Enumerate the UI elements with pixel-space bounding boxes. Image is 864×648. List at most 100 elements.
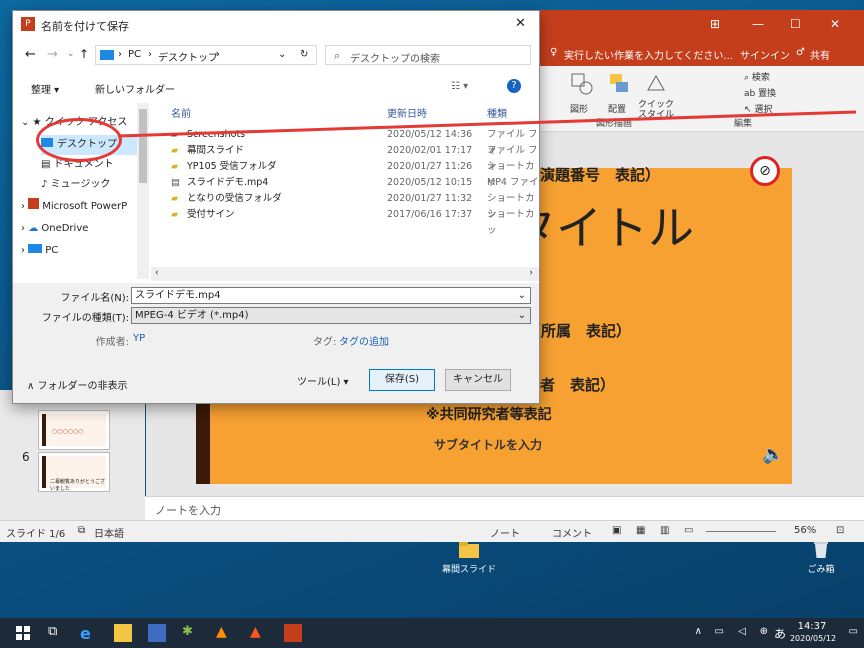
scroll-left-icon[interactable]: ‹	[155, 268, 159, 278]
arrange-button[interactable]: 配置	[608, 102, 626, 115]
share-icon: ♂	[796, 47, 805, 58]
speaker-icon[interactable]: 🔈	[762, 444, 784, 465]
column-header-date[interactable]: 更新日時	[387, 105, 427, 120]
nav-pc[interactable]: › PC	[21, 241, 147, 261]
globe-icon[interactable]: ⊕	[760, 626, 768, 637]
search-button[interactable]: ⌕ 検索	[744, 70, 770, 83]
replace-icon: ab	[744, 89, 759, 99]
hide-folders-toggle[interactable]: ∧ フォルダーの非表示	[27, 377, 128, 392]
tools-button[interactable]: ツール(L) ▾	[297, 373, 349, 388]
organize-button[interactable]: 整理 ▾	[31, 81, 59, 96]
notification-icon[interactable]: ▭	[849, 626, 858, 637]
column-header-name[interactable]: 名前	[171, 105, 191, 120]
slide-subtitle[interactable]: サブタイトルを入力	[434, 436, 542, 453]
scroll-right-icon[interactable]: ›	[529, 268, 533, 278]
app-icon[interactable]: ▲	[250, 624, 268, 642]
help-icon[interactable]: ?	[507, 79, 521, 93]
maximize-icon[interactable]: ☐	[790, 17, 801, 31]
back-arrow-icon[interactable]: ←	[25, 47, 36, 62]
notes-toggle[interactable]: ノート	[490, 525, 520, 540]
annotation-circle	[36, 118, 122, 162]
select-button[interactable]: ↖ 選択	[744, 102, 772, 115]
close-icon[interactable]: ✕	[830, 17, 840, 31]
task-view-icon[interactable]: ⧉	[48, 624, 66, 642]
slide-thumbnail[interactable]: ○○○○○○	[38, 410, 110, 450]
breadcrumb-desktop[interactable]: デスクトップ	[158, 49, 218, 64]
up-arrow-icon[interactable]: ↑	[79, 47, 89, 61]
dialog-close-icon[interactable]: ✕	[515, 16, 526, 31]
cancel-button[interactable]: キャンセル	[445, 369, 511, 391]
chevron-up-icon: ∧	[27, 381, 38, 392]
windows-start-icon[interactable]	[14, 624, 32, 642]
file-row[interactable]: ▰ 幕間スライド 2020/02/01 17:17 ファイル フォ	[161, 143, 539, 172]
ppt-tellme-bar: ♀ 実行したい作業を入力してください... サインイン ♂ 共有	[520, 40, 864, 66]
filetype-select[interactable]: MPEG-4 ビデオ (*.mp4) ⌄	[131, 307, 531, 324]
refresh-icon[interactable]: ↻	[300, 49, 308, 60]
new-folder-button[interactable]: 新しいフォルダー	[95, 81, 175, 96]
dialog-buttons: ∧ フォルダーの非表示 ツール(L) ▾ 保存(S) キャンセル	[13, 363, 539, 403]
dialog-titlebar: P 名前を付けて保存 ✕	[13, 11, 539, 37]
file-row[interactable]: ▰ YP105 受信フォルダ 2020/01/27 11:26 ショートカッ	[161, 159, 539, 188]
explorer-icon[interactable]	[114, 624, 132, 642]
zoom-level[interactable]: 56%	[794, 525, 816, 536]
tags-value[interactable]: タグの追加	[339, 333, 389, 348]
file-row[interactable]: ▰ 受付サイン 2017/06/16 17:37 ショートカッ	[161, 207, 539, 236]
forward-arrow-icon[interactable]: →	[47, 47, 58, 62]
file-row[interactable]: ▰ となりの受信フォルダ 2020/01/27 11:32 ショートカッ	[161, 191, 539, 220]
recent-chevron-icon[interactable]: ⌄	[67, 49, 75, 59]
desktop-icon-recycle-bin[interactable]: ごみ箱	[786, 540, 856, 575]
powerpoint-taskbar-icon[interactable]	[284, 624, 302, 642]
filename-input[interactable]: スライドデモ.mp4 ⌄	[131, 287, 531, 304]
search-box[interactable]: ⌕ デスクトップの検索	[325, 45, 531, 65]
app-icon[interactable]	[148, 624, 166, 642]
vlc-icon[interactable]: ▲	[216, 624, 234, 642]
volume-icon[interactable]: ◁	[738, 626, 746, 637]
quick-style-icon	[647, 74, 665, 91]
nav-music[interactable]: ♪ ミュージック	[41, 175, 141, 195]
music-icon: ♪	[41, 179, 51, 190]
breadcrumb-pc[interactable]: PC	[128, 49, 141, 60]
file-row[interactable]: ▤ スライドデモ.mp4 2020/05/12 10:15 MP4 ファイ	[161, 175, 539, 191]
ime-indicator[interactable]: あ	[774, 625, 786, 642]
share-button[interactable]: 共有	[810, 47, 830, 62]
comments-toggle[interactable]: コメント	[552, 525, 592, 540]
spellcheck-icon[interactable]: ⧉	[78, 525, 85, 536]
clock-date[interactable]: 2020/05/12	[786, 634, 840, 643]
reading-view-icon[interactable]: ▥	[660, 525, 669, 536]
nav-powerpoint[interactable]: › Microsoft PowerP	[21, 197, 147, 217]
shape-button[interactable]: 図形	[570, 102, 588, 115]
save-button[interactable]: 保存(S)	[369, 369, 435, 391]
minimize-icon[interactable]: —	[752, 17, 764, 31]
slideshow-icon[interactable]: ▭	[684, 525, 693, 536]
file-row[interactable]: ▰ Screenshots 2020/05/12 14:36 ファイル フォ	[161, 127, 539, 156]
address-bar[interactable]: › PC › デスクトップ › ⌄ ↻	[95, 45, 317, 65]
tell-me-input[interactable]: 実行したい作業を入力してください...	[564, 47, 733, 62]
quick-style-button[interactable]: クイック スタイル	[638, 100, 678, 120]
author-value[interactable]: YP	[133, 333, 145, 344]
column-header-type[interactable]: 種類	[487, 105, 507, 120]
network-icon[interactable]: ▭	[715, 626, 724, 637]
arrange-icon	[610, 74, 628, 92]
desktop-icon-makuma[interactable]: 幕間スライド	[434, 540, 504, 575]
clock-time[interactable]: 14:37	[790, 621, 834, 632]
sorter-view-icon[interactable]: ▦	[636, 525, 645, 536]
nav-scrollbar[interactable]	[137, 103, 149, 279]
notes-pane[interactable]: ノートを入力	[145, 496, 864, 520]
zoom-slider[interactable]	[706, 531, 776, 532]
edge-icon[interactable]: e	[80, 624, 98, 643]
replace-button[interactable]: ab 置換	[744, 86, 776, 99]
slide-thumbnail[interactable]: 二幕観覧ありがとうございました	[38, 452, 110, 492]
language-label[interactable]: 日本語	[94, 525, 124, 540]
shortcut-icon: ▰	[171, 193, 179, 204]
tray-chevron-icon[interactable]: ∧	[695, 626, 702, 637]
address-dropdown-icon[interactable]: ⌄	[278, 49, 286, 60]
ribbon-display-icon[interactable]: ⊞	[710, 17, 720, 31]
normal-view-icon[interactable]: ▣	[612, 525, 621, 536]
app-icon[interactable]: ✱	[182, 624, 200, 642]
signin-link[interactable]: サインイン	[740, 47, 790, 62]
fit-slide-icon[interactable]: ⊡	[836, 525, 844, 536]
powerpoint-icon	[28, 198, 40, 209]
nav-onedrive[interactable]: › ☁ OneDrive	[21, 219, 147, 239]
horizontal-scrollbar[interactable]: ‹ ›	[151, 267, 539, 281]
view-options-icon[interactable]: ☷ ▾	[451, 81, 468, 92]
